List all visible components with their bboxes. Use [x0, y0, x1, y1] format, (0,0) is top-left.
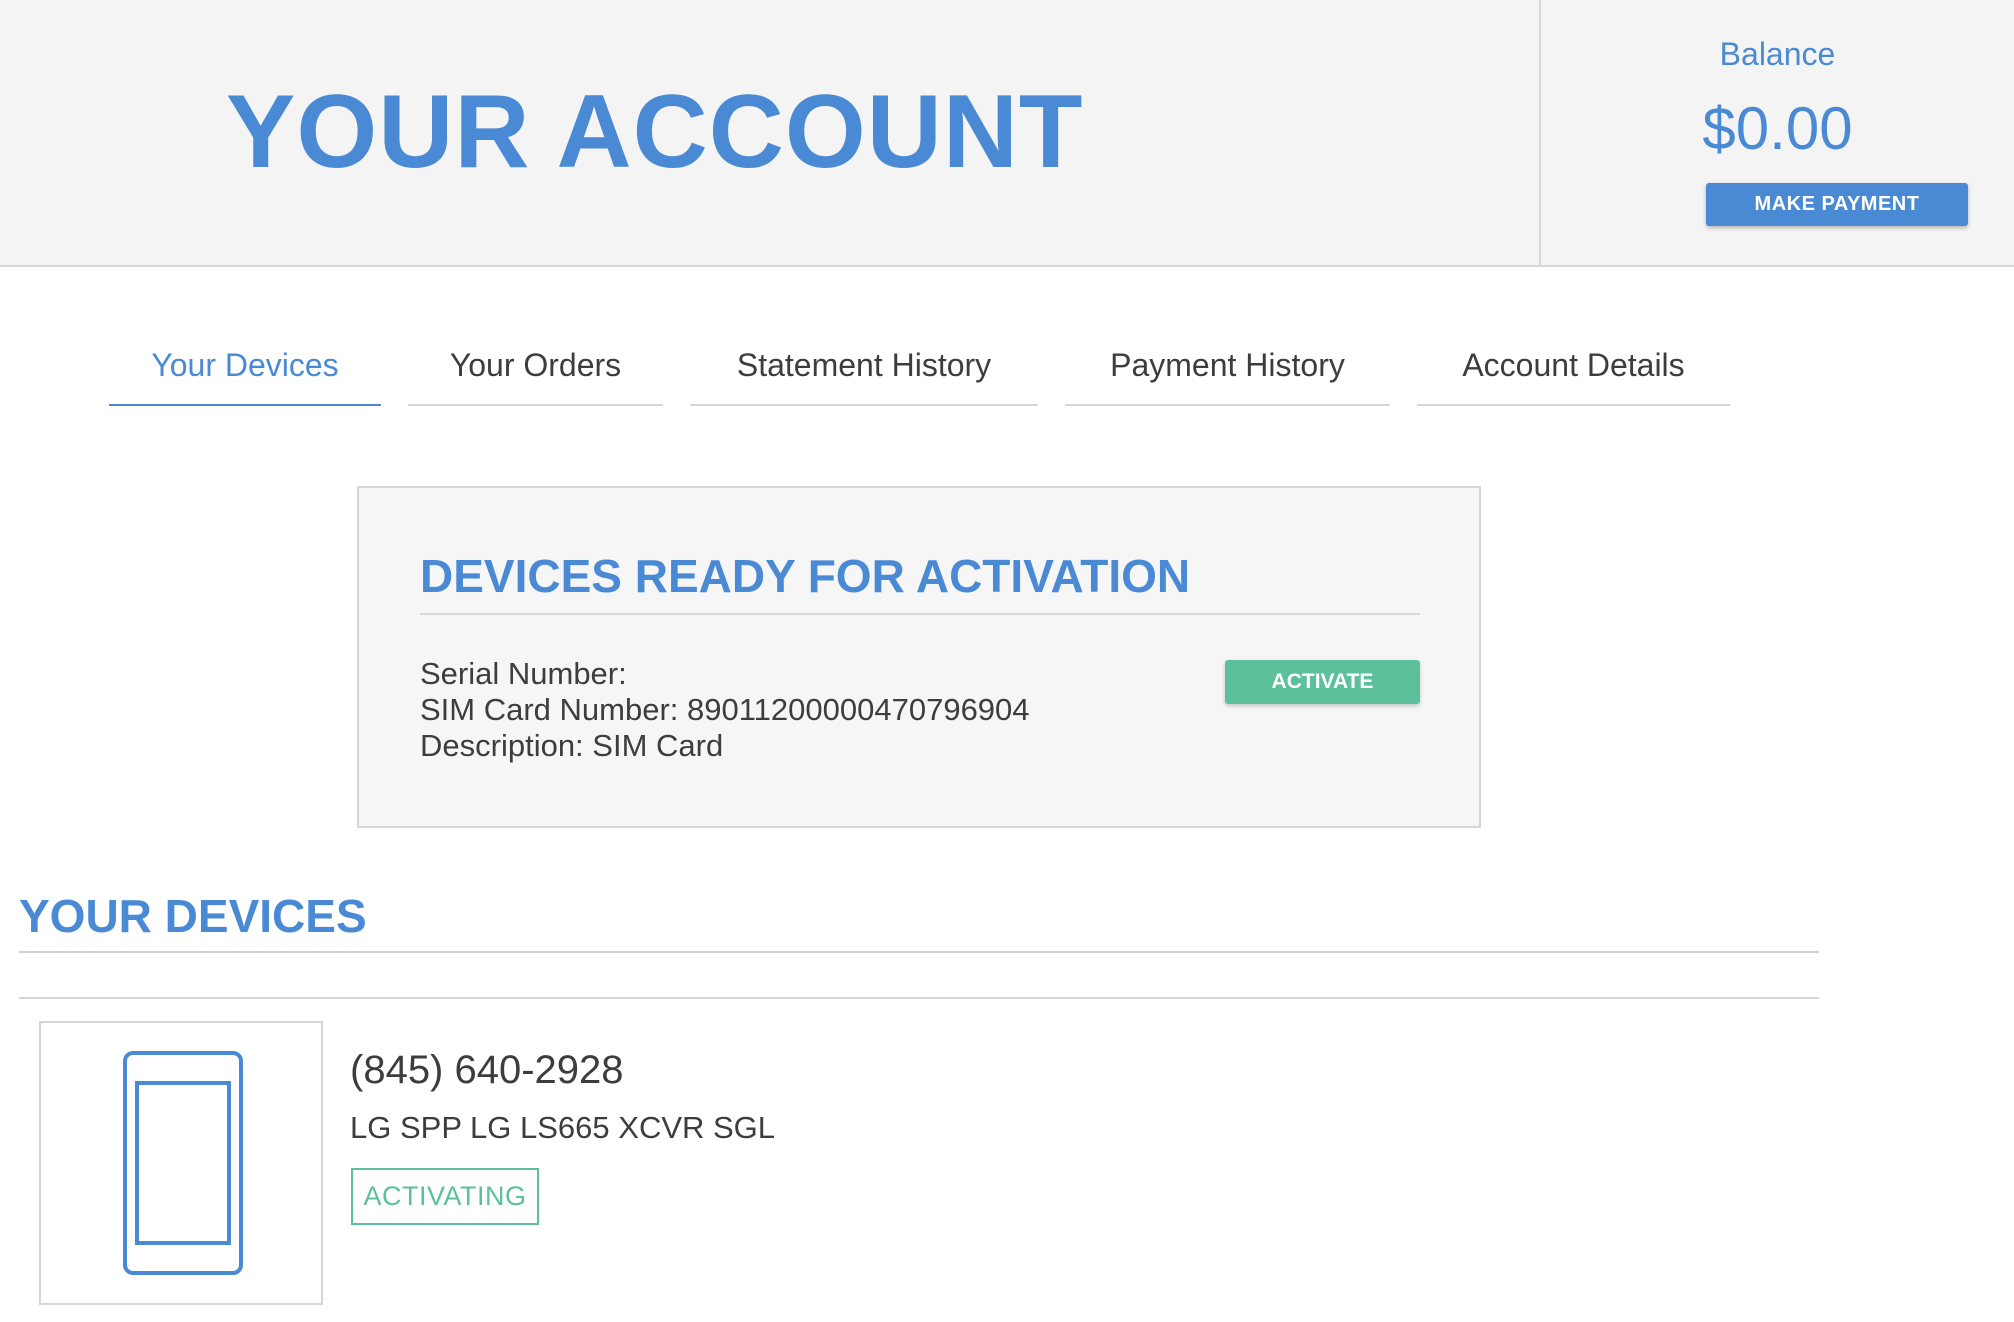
- account-header: YOUR ACCOUNT Balance $0.00 MAKE PAYMENT: [0, 0, 2014, 267]
- divider: [19, 997, 1819, 999]
- phone-icon: [41, 1023, 325, 1307]
- activate-button[interactable]: ACTIVATE: [1225, 660, 1420, 704]
- device-model: LG SPP LG LS665 XCVR SGL: [350, 1108, 775, 1148]
- devices-ready-panel: DEVICES READY FOR ACTIVATION Serial Numb…: [357, 486, 1481, 828]
- tab-statement-history[interactable]: Statement History: [690, 330, 1038, 406]
- sim-card-number: SIM Card Number: 89011200000470796904: [420, 692, 1030, 728]
- tab-payment-history[interactable]: Payment History: [1065, 330, 1390, 406]
- your-devices-title: YOUR DEVICES: [19, 888, 367, 944]
- divider: [420, 613, 1420, 615]
- balance-amount: $0.00: [1541, 94, 2014, 164]
- device-description: Description: SIM Card: [420, 728, 1030, 764]
- status-badge: ACTIVATING: [351, 1168, 539, 1225]
- serial-number: Serial Number:: [420, 656, 1030, 692]
- page-title: YOUR ACCOUNT: [226, 72, 1083, 192]
- balance-panel: Balance $0.00 MAKE PAYMENT: [1539, 0, 2014, 266]
- balance-label: Balance: [1541, 36, 2014, 73]
- account-tabs: Your Devices Your Orders Statement Histo…: [0, 330, 2014, 410]
- activation-title: DEVICES READY FOR ACTIVATION: [420, 548, 1420, 604]
- tab-your-devices[interactable]: Your Devices: [109, 330, 381, 406]
- divider: [19, 951, 1819, 953]
- tab-account-details[interactable]: Account Details: [1417, 330, 1730, 406]
- device-thumbnail[interactable]: [39, 1021, 323, 1305]
- make-payment-button[interactable]: MAKE PAYMENT: [1706, 183, 1968, 226]
- device-phone-number[interactable]: (845) 640-2928: [350, 1044, 624, 1096]
- tab-your-orders[interactable]: Your Orders: [408, 330, 663, 406]
- activation-device-info: Serial Number: SIM Card Number: 89011200…: [420, 656, 1030, 764]
